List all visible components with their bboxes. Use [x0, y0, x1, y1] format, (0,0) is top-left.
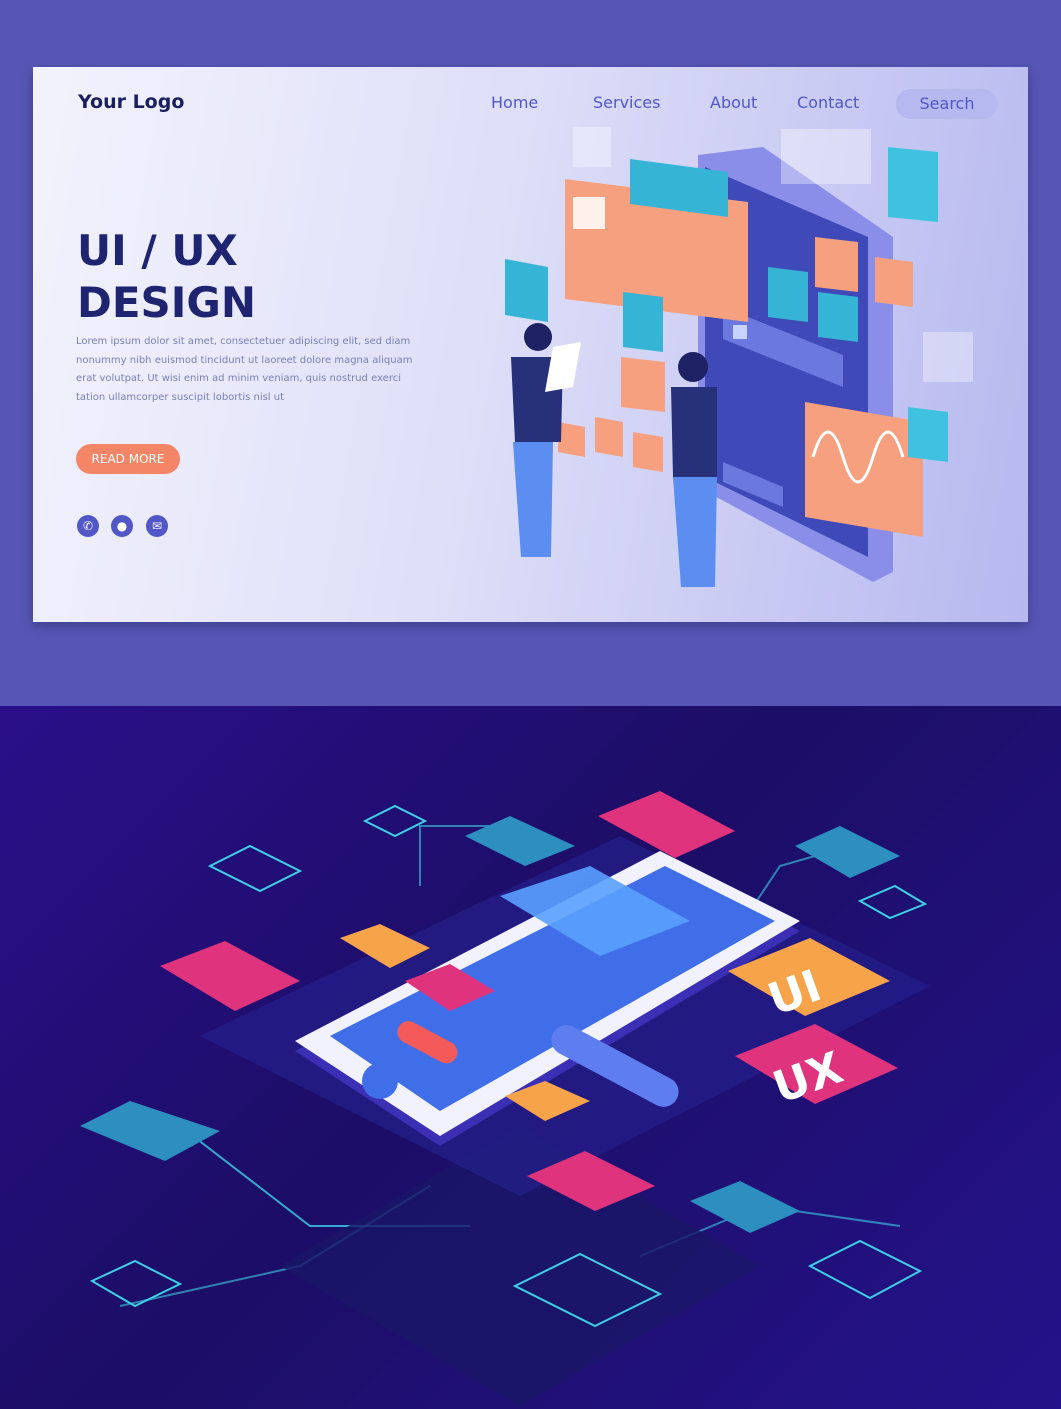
woman-legs	[513, 442, 553, 557]
location-pin-icon	[795, 826, 900, 878]
hero-illustration	[505, 127, 973, 587]
man-head	[678, 352, 708, 382]
forward-icon	[633, 432, 663, 472]
man-body	[671, 387, 717, 477]
man-legs	[673, 477, 717, 587]
outline-tile	[89, 1259, 183, 1308]
glass-panel	[781, 129, 871, 184]
outline-tile	[807, 1239, 923, 1300]
outline-tile	[207, 844, 303, 893]
outline-tile	[362, 804, 428, 838]
isometric-illustration: UI UX	[80, 791, 930, 1406]
chart-card	[805, 402, 923, 537]
phone-call-icon	[623, 292, 663, 352]
eye-icon	[768, 267, 808, 322]
settings-icon	[690, 1181, 800, 1233]
home-button	[362, 1063, 398, 1099]
glass-panel	[923, 332, 973, 382]
mail-icon	[621, 357, 665, 412]
search-icon	[733, 325, 747, 339]
landing-page: Your Logo Home Services About Contact Se…	[33, 67, 1028, 622]
tablet	[545, 342, 581, 392]
cloud-download-icon	[815, 237, 858, 292]
play-icon	[875, 257, 913, 307]
bar-chart-icon	[465, 816, 575, 866]
user-icon	[573, 197, 605, 229]
outline-tile	[857, 884, 928, 920]
wifi-icon	[888, 147, 938, 222]
pause-icon	[595, 417, 623, 457]
woman-head	[524, 323, 552, 351]
lock-icon	[80, 1101, 220, 1161]
image-icon	[505, 259, 548, 322]
rewind-icon	[558, 422, 585, 457]
glass-panel	[573, 127, 611, 167]
gear-icon	[818, 292, 858, 342]
pie-chart-icon	[908, 407, 948, 462]
